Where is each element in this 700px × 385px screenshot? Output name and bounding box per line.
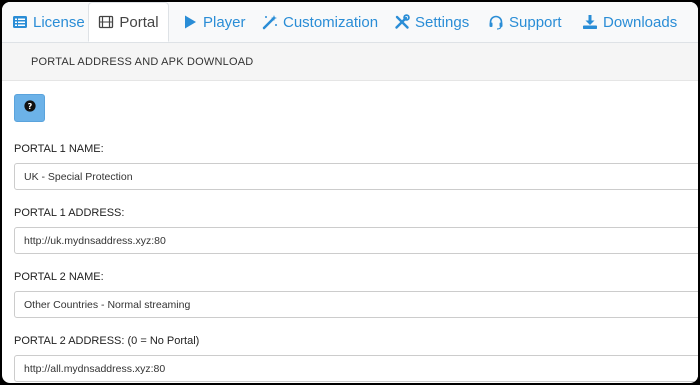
portal2-name-label: PORTAL 2 NAME: <box>14 271 104 283</box>
play-icon <box>182 14 198 30</box>
tab-support-label: Support <box>509 13 562 31</box>
tab-customization-label: Customization <box>283 13 379 31</box>
tab-settings[interactable]: Settings <box>394 2 469 42</box>
tab-license[interactable]: License <box>12 2 85 42</box>
portal2-name-input[interactable] <box>14 291 698 318</box>
tab-downloads[interactable]: Downloads <box>582 2 677 42</box>
tab-player-label: Player <box>203 13 246 31</box>
headset-icon <box>488 14 504 30</box>
svg-text:?: ? <box>27 102 32 111</box>
tab-bar: License Portal Player Customization Sett… <box>2 2 698 43</box>
portal1-name-label: PORTAL 1 NAME: <box>14 143 104 155</box>
tab-portal[interactable]: Portal <box>88 2 169 42</box>
help-button[interactable]: ? <box>14 94 45 122</box>
portal2-address-input[interactable] <box>14 355 698 382</box>
app-frame: License Portal Player Customization Sett… <box>2 2 698 383</box>
film-icon <box>98 14 114 30</box>
download-icon <box>582 14 598 30</box>
tools-icon <box>394 14 410 30</box>
portal1-name-input[interactable] <box>14 163 698 190</box>
tab-support[interactable]: Support <box>488 2 562 42</box>
portal2-address-label: PORTAL 2 ADDRESS: (0 = No Portal) <box>14 335 200 347</box>
tab-downloads-label: Downloads <box>603 13 678 31</box>
section-title: PORTAL ADDRESS AND APK DOWNLOAD <box>31 55 254 68</box>
tab-player[interactable]: Player <box>182 2 246 42</box>
list-icon <box>12 14 28 30</box>
portal1-address-input[interactable] <box>14 227 698 254</box>
portal1-address-label: PORTAL 1 ADDRESS: <box>14 207 125 219</box>
tab-customization[interactable]: Customization <box>262 2 378 42</box>
question-circle-icon: ? <box>23 99 36 117</box>
section-header: PORTAL ADDRESS AND APK DOWNLOAD <box>2 43 698 81</box>
tab-license-label: License <box>33 13 85 31</box>
magic-wand-icon <box>262 14 278 30</box>
tab-portal-label: Portal <box>119 13 159 31</box>
tab-settings-label: Settings <box>415 13 470 31</box>
